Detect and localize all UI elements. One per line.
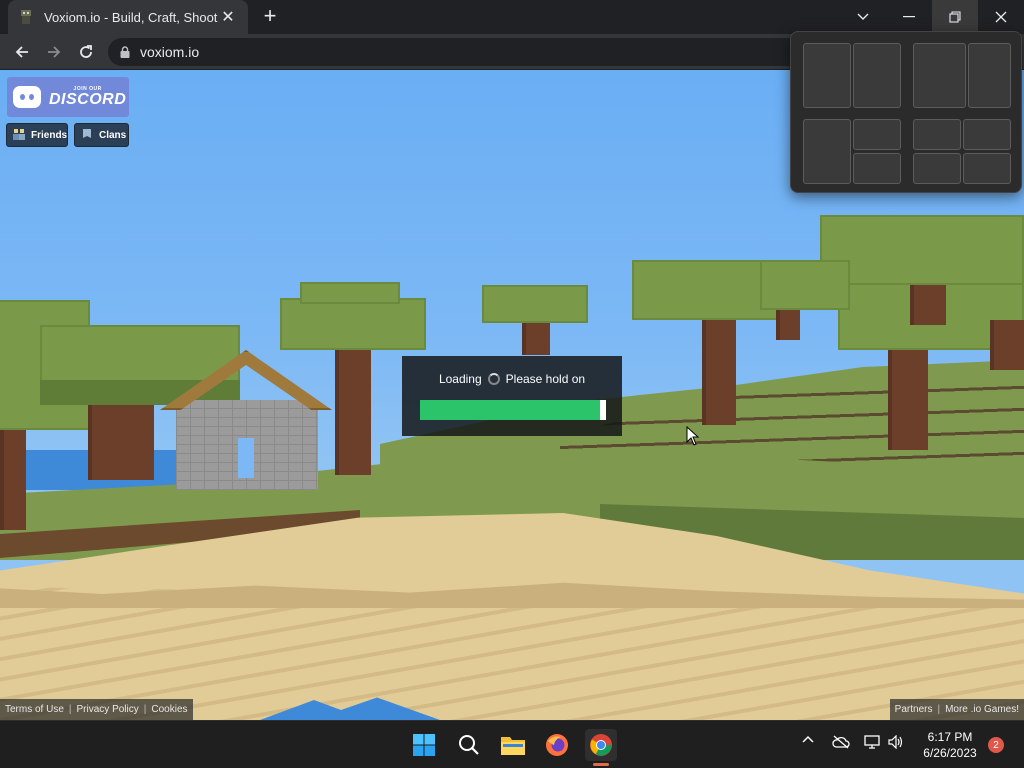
- snap-layout-quadrants: [913, 119, 1011, 184]
- snap-zone[interactable]: [913, 43, 966, 108]
- reload-icon: [80, 45, 92, 58]
- snap-layout-halves: [803, 43, 901, 108]
- tree-leaves: [820, 215, 1024, 285]
- url-text: voxiom.io: [140, 44, 200, 60]
- reload-button[interactable]: [74, 40, 98, 64]
- hold-on-text: Please hold on: [505, 372, 586, 386]
- friends-button[interactable]: Friends: [6, 123, 68, 147]
- friends-label: Friends: [31, 129, 68, 141]
- forward-arrow-icon: [48, 46, 61, 58]
- house-door: [238, 438, 254, 478]
- tree-trunk: [990, 320, 1024, 370]
- snap-zone[interactable]: [803, 43, 851, 108]
- new-tab-button[interactable]: +: [258, 5, 282, 29]
- tree-trunk: [0, 420, 26, 530]
- restore-button[interactable]: [932, 0, 978, 34]
- loading-progress-bar: [420, 400, 606, 420]
- snap-zone[interactable]: [913, 119, 961, 150]
- chrome-icon: [590, 734, 612, 756]
- back-arrow-icon: [15, 46, 28, 58]
- back-button[interactable]: [10, 40, 34, 64]
- tree-leaves: [280, 298, 426, 350]
- active-app-indicator: [593, 763, 609, 766]
- firefox-icon: [546, 734, 568, 756]
- start-button[interactable]: [408, 729, 440, 761]
- taskbar: 6:17 PM 6/26/2023 2: [0, 720, 1024, 768]
- snap-zone[interactable]: [968, 43, 1011, 108]
- tab-title: Voxiom.io - Build, Craft, Shoot: [44, 9, 218, 25]
- search-button[interactable]: [453, 729, 485, 761]
- loading-panel: Loading Please hold on: [402, 356, 622, 436]
- clock[interactable]: 6:17 PM 6/26/2023: [912, 729, 988, 761]
- tree-leaves: [760, 260, 850, 310]
- tree-trunk: [335, 340, 371, 475]
- network-button[interactable]: [864, 735, 880, 749]
- snap-zone[interactable]: [913, 153, 961, 184]
- network-icon: [864, 735, 880, 749]
- clans-banner-icon: [81, 128, 93, 143]
- screen: Voxiom.io - Build, Craft, Shoot ✕ + voxi…: [0, 0, 1024, 768]
- tab-close-icon[interactable]: ✕: [218, 7, 238, 27]
- discord-button[interactable]: JOIN OUR DISCORD: [7, 77, 129, 117]
- cloud-offline-icon: [832, 735, 850, 749]
- terms-link[interactable]: Terms of Use: [5, 704, 64, 715]
- clans-label: Clans: [99, 129, 127, 141]
- loading-progress-fill: [420, 400, 601, 420]
- snap-layout-two-thirds: [913, 43, 1011, 108]
- cookies-link[interactable]: Cookies: [151, 704, 187, 715]
- partners-link[interactable]: Partners: [895, 704, 933, 715]
- volume-button[interactable]: [888, 735, 904, 749]
- separator: |: [937, 704, 941, 715]
- onedrive-button[interactable]: [832, 735, 850, 749]
- minimize-button[interactable]: [886, 0, 932, 34]
- folder-icon: [501, 737, 525, 755]
- speaker-icon: [888, 735, 903, 749]
- clans-button[interactable]: Clans: [74, 123, 129, 147]
- close-window-button[interactable]: [978, 0, 1024, 34]
- clock-time: 6:17 PM: [927, 730, 973, 744]
- firefox-button[interactable]: [541, 729, 573, 761]
- friends-icon: [13, 128, 25, 143]
- more-games-link[interactable]: More .io Games!: [945, 704, 1019, 715]
- tab-search-chevron-icon[interactable]: [840, 0, 886, 34]
- separator: |: [68, 704, 72, 715]
- snap-zone[interactable]: [853, 119, 901, 150]
- snap-layout-main-stack: [803, 119, 901, 184]
- file-explorer-button[interactable]: [497, 729, 529, 761]
- chrome-button[interactable]: [585, 729, 617, 761]
- privacy-link[interactable]: Privacy Policy: [77, 704, 139, 715]
- tree-trunk: [702, 305, 736, 425]
- tab-strip: Voxiom.io - Build, Craft, Shoot ✕ +: [0, 0, 1024, 34]
- chevron-up-icon: [802, 735, 814, 743]
- loading-spinner-icon: [487, 373, 500, 385]
- snap-zone[interactable]: [853, 43, 901, 108]
- snap-zone[interactable]: [803, 119, 851, 184]
- voxiom-favicon-icon: [18, 9, 34, 25]
- notification-badge[interactable]: 2: [988, 737, 1004, 753]
- discord-icon: [13, 86, 41, 108]
- search-icon: [459, 735, 479, 755]
- separator: |: [143, 704, 147, 715]
- discord-label: DISCORD: [49, 91, 127, 108]
- footer-right: Partners | More .io Games!: [889, 699, 1024, 720]
- tree-leaves: [300, 282, 400, 304]
- show-hidden-icons-button[interactable]: [802, 735, 814, 743]
- tree-leaves: [482, 285, 588, 323]
- snap-zone[interactable]: [853, 153, 901, 184]
- lock-icon: [120, 46, 130, 58]
- mouse-cursor-icon: [686, 426, 700, 446]
- snap-zone[interactable]: [963, 153, 1011, 184]
- footer-left: Terms of Use | Privacy Policy | Cookies: [0, 699, 193, 720]
- forward-button[interactable]: [42, 40, 66, 64]
- windows-logo-icon: [413, 734, 435, 756]
- clock-date: 6/26/2023: [923, 746, 977, 760]
- browser-tab[interactable]: Voxiom.io - Build, Craft, Shoot ✕: [8, 0, 248, 34]
- snap-zone[interactable]: [963, 119, 1011, 150]
- loading-text: Loading: [438, 372, 482, 386]
- snap-layouts-flyout: [790, 31, 1022, 193]
